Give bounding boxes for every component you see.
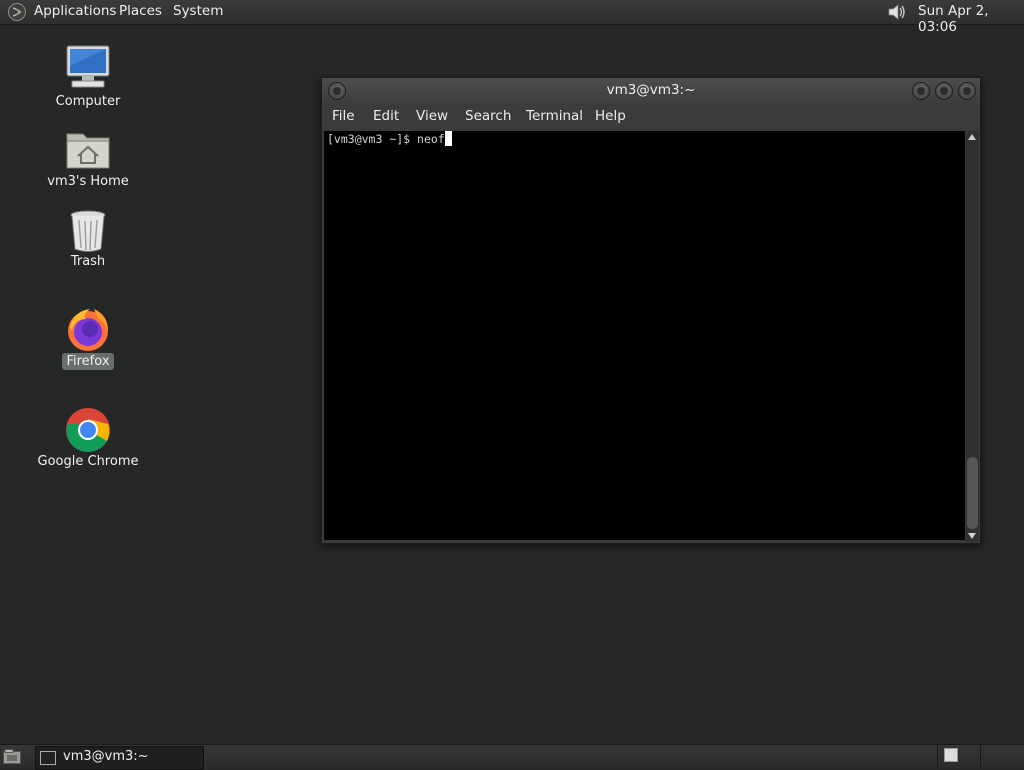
gnome-foot-icon[interactable] — [7, 2, 27, 22]
desktop-icon-label: Trash — [70, 254, 106, 269]
terminal-prompt-line: [vm3@vm3 ~]$ neof — [327, 131, 452, 147]
text-cursor — [444, 131, 452, 146]
system-menu[interactable]: System — [173, 3, 223, 19]
close-button[interactable] — [958, 82, 976, 100]
trash-icon — [70, 210, 106, 252]
scroll-down-arrow-icon[interactable] — [968, 533, 976, 539]
bottom-panel: vm3@vm3:~ — [0, 744, 1024, 770]
taskbar-button-label: vm3@vm3:~ — [63, 749, 149, 764]
taskbar-button-terminal[interactable]: vm3@vm3:~ — [35, 746, 204, 770]
speaker-icon[interactable] — [886, 2, 908, 22]
computer-icon — [66, 45, 110, 88]
menu-file[interactable]: File — [332, 108, 355, 124]
menu-view[interactable]: View — [416, 108, 448, 124]
workspace-switcher[interactable] — [944, 748, 958, 762]
terminal-menubar: File Edit View Search Terminal Help — [322, 104, 980, 131]
menu-terminal[interactable]: Terminal — [526, 108, 583, 124]
menu-edit[interactable]: Edit — [373, 108, 399, 124]
applications-menu[interactable]: Applications — [34, 3, 116, 19]
terminal-icon — [40, 751, 56, 765]
panel-divider — [937, 745, 938, 769]
panel-divider — [980, 745, 981, 769]
maximize-button[interactable] — [935, 82, 953, 100]
window-titlebar[interactable]: vm3@vm3:~ — [322, 78, 980, 104]
scrollbar-thumb[interactable] — [967, 457, 978, 529]
places-menu[interactable]: Places — [119, 3, 162, 19]
menu-search[interactable]: Search — [465, 108, 511, 124]
desktop-icon-label: vm3's Home — [47, 174, 129, 189]
desktop-icon-label: Google Chrome — [37, 454, 139, 469]
terminal-scrollbar[interactable] — [966, 131, 979, 542]
terminal-screen[interactable]: [vm3@vm3 ~]$ neof — [324, 131, 965, 540]
menu-help[interactable]: Help — [595, 108, 626, 124]
terminal-input: neof — [417, 132, 445, 146]
clock[interactable]: Sun Apr 2, 03:06 — [918, 3, 1024, 35]
firefox-icon — [68, 309, 108, 351]
top-panel: Applications Places System Sun Apr 2, 03… — [0, 0, 1024, 35]
chrome-icon — [66, 408, 110, 452]
home-folder-icon — [66, 133, 110, 169]
terminal-window[interactable]: vm3@vm3:~ File Edit View Search Terminal… — [321, 77, 981, 544]
terminal-prompt: [vm3@vm3 ~]$ — [327, 132, 418, 146]
minimize-button[interactable] — [912, 82, 930, 100]
desktop-icon-label: Firefox — [62, 353, 114, 370]
desktop-icon-label: Computer — [55, 94, 121, 109]
scroll-up-arrow-icon[interactable] — [968, 134, 976, 140]
window-title: vm3@vm3:~ — [606, 82, 696, 98]
show-desktop-icon[interactable] — [3, 749, 21, 764]
